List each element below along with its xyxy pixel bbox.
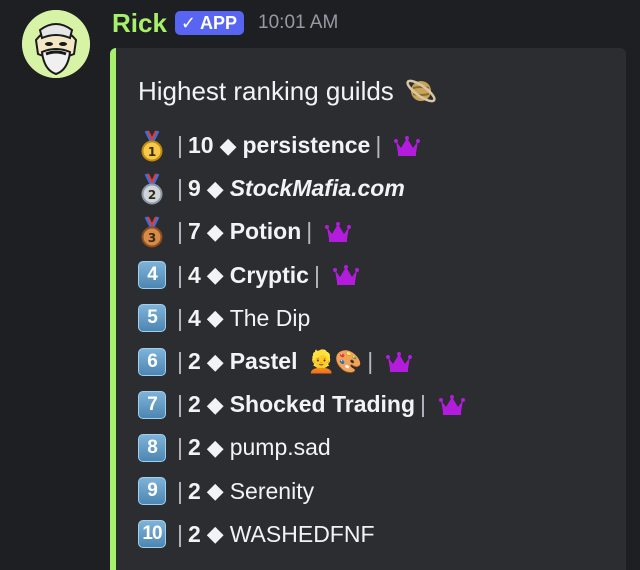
guild-name: Shocked Trading xyxy=(229,391,416,418)
guild-name: persistence xyxy=(242,132,371,159)
list-item: 3 | 7 ◆ Potion | xyxy=(136,210,465,253)
separator: | xyxy=(177,434,183,461)
silver-medal-icon: 2 xyxy=(141,173,163,205)
guild-name: pump.sad xyxy=(229,434,331,461)
rank-indicator: 5 xyxy=(136,302,168,334)
guild-level: 2 xyxy=(187,434,201,461)
user-avatar[interactable] xyxy=(22,10,90,78)
separator: | xyxy=(177,391,183,418)
list-item: 8 | 2 ◆ pump.sad xyxy=(136,426,465,469)
guild-level: 9 xyxy=(187,175,201,202)
embed-accent-bar xyxy=(110,48,116,570)
separator: | xyxy=(177,348,183,375)
svg-text:3: 3 xyxy=(148,231,156,245)
diamond-icon: ◆ xyxy=(206,478,224,504)
guild-name: Pastel xyxy=(229,348,298,375)
diamond-icon: ◆ xyxy=(206,348,224,374)
separator: | xyxy=(177,520,183,547)
wizard-avatar-icon xyxy=(22,10,90,78)
guild-name: Cryptic xyxy=(229,261,309,288)
svg-text:1: 1 xyxy=(148,145,156,159)
app-badge-label: APP xyxy=(200,13,238,33)
message-header: Rick ✓ APP 10:01 AM xyxy=(112,6,338,40)
list-item: 1 | 10 ◆ persistence | xyxy=(136,124,465,167)
rank-indicator: 10 xyxy=(136,518,168,550)
separator: | xyxy=(420,391,427,418)
guild-level: 4 xyxy=(187,261,201,288)
guild-name: StockMafia.com xyxy=(229,175,405,202)
check-icon: ✓ xyxy=(180,13,197,33)
list-item: 5 | 4 ◆ The Dip xyxy=(136,297,465,340)
guild-level: 10 xyxy=(187,132,214,159)
guild-name: Potion xyxy=(229,218,302,245)
diamond-icon: ◆ xyxy=(206,218,224,244)
rank-indicator: 9 xyxy=(136,475,168,507)
separator: | xyxy=(177,218,183,245)
bronze-medal-icon: 3 xyxy=(141,216,163,248)
rank-indicator: 8 xyxy=(136,432,168,464)
keycap-10-icon: 10 xyxy=(138,520,166,549)
rank-indicator: 1 xyxy=(136,129,168,162)
diamond-icon: ◆ xyxy=(206,434,224,460)
ringed-planet-icon xyxy=(406,79,436,103)
crown-icon xyxy=(386,351,413,372)
rank-indicator: 4 xyxy=(136,259,168,291)
guild-level: 4 xyxy=(187,304,201,331)
username[interactable]: Rick xyxy=(112,10,167,36)
separator: | xyxy=(177,477,183,504)
app-badge: ✓ APP xyxy=(174,11,245,35)
separator: | xyxy=(177,132,183,159)
separator: | xyxy=(367,348,374,375)
guild-level: 2 xyxy=(187,391,201,418)
separator: | xyxy=(177,175,183,202)
guild-level: 2 xyxy=(187,477,201,504)
crown-icon xyxy=(394,135,421,156)
guild-level: 2 xyxy=(187,520,201,547)
diamond-icon: ◆ xyxy=(206,521,224,547)
crown-icon xyxy=(332,265,359,286)
chat-message: Rick ✓ APP 10:01 AM Highest ranking guil… xyxy=(0,0,640,570)
list-item: 4 | 4 ◆ Cryptic | xyxy=(136,254,465,297)
separator: | xyxy=(177,261,183,288)
list-item: 9 | 2 ◆ Serenity xyxy=(136,470,465,513)
guild-ranking-list: 1 | 10 ◆ persistence | 2 | 9 ◆ StockMafia.com 3 | 7 ◆ P… xyxy=(136,124,466,556)
separator: | xyxy=(177,304,183,331)
guild-name: The Dip xyxy=(229,304,311,331)
embed: Highest ranking guilds 1 | 10 ◆ persistence |… xyxy=(110,48,626,570)
embed-title-text: Highest ranking guilds xyxy=(138,75,394,106)
list-item: 10 | 2 ◆ WASHEDFNF xyxy=(136,513,465,556)
guild-level: 7 xyxy=(187,218,201,245)
keycap-9-icon: 9 xyxy=(138,477,166,506)
diamond-icon: ◆ xyxy=(206,391,224,417)
keycap-4-icon: 4 xyxy=(138,261,166,290)
crown-icon xyxy=(439,394,466,415)
keycap-6-icon: 6 xyxy=(138,347,166,376)
timestamp[interactable]: 10:01 AM xyxy=(258,12,338,34)
diamond-icon: ◆ xyxy=(206,305,224,331)
diamond-icon: ◆ xyxy=(206,175,224,201)
separator: | xyxy=(375,132,382,159)
keycap-7-icon: 7 xyxy=(138,390,166,419)
svg-text:2: 2 xyxy=(148,188,156,202)
keycap-5-icon: 5 xyxy=(138,304,166,333)
guild-name: WASHEDFNF xyxy=(229,520,375,547)
list-item: 7 | 2 ◆ Shocked Trading | xyxy=(136,383,466,426)
guild-emoji: 👱🎨 xyxy=(307,348,363,374)
embed-title: Highest ranking guilds xyxy=(138,74,438,108)
rank-indicator: 2 xyxy=(136,173,168,205)
diamond-icon: ◆ xyxy=(206,262,224,288)
list-item: 2 | 9 ◆ StockMafia.com xyxy=(136,167,465,210)
keycap-8-icon: 8 xyxy=(138,433,166,462)
guild-name: Serenity xyxy=(229,477,315,504)
crown-icon xyxy=(325,221,352,242)
list-item: 6 | 2 ◆ Pastel 👱🎨 | xyxy=(136,340,465,383)
rank-indicator: 3 xyxy=(136,216,168,248)
diamond-icon: ◆ xyxy=(219,132,237,158)
rank-indicator: 6 xyxy=(136,346,168,378)
guild-level: 2 xyxy=(187,348,201,375)
gold-medal-icon: 1 xyxy=(141,129,163,162)
separator: | xyxy=(313,261,320,288)
rank-indicator: 7 xyxy=(136,389,168,421)
separator: | xyxy=(306,218,313,245)
